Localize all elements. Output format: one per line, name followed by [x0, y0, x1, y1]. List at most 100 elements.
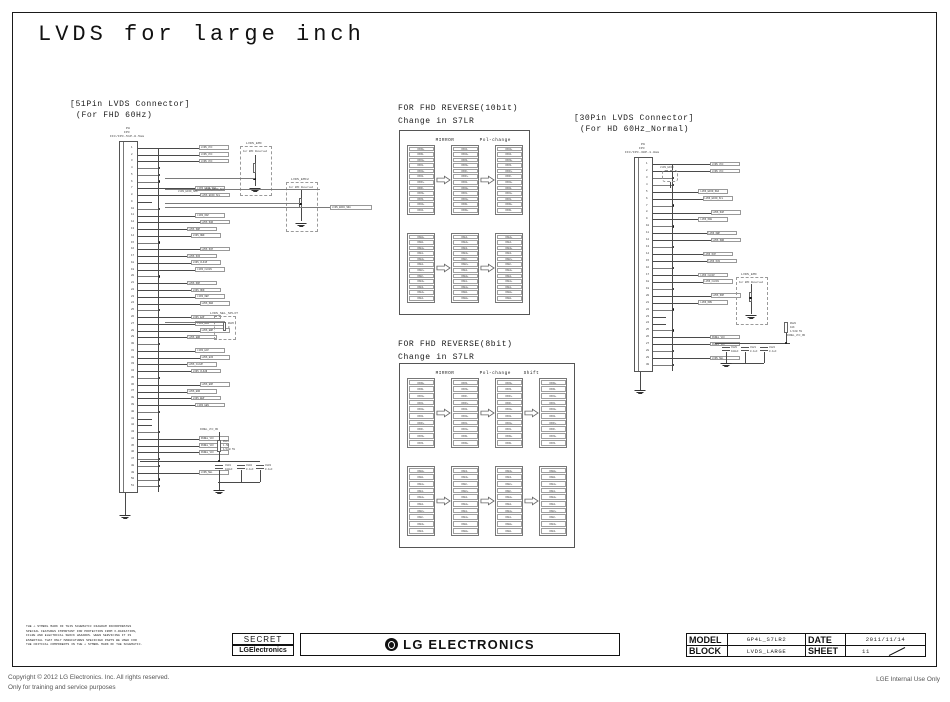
table-signal-cell: RXE4-: [408, 295, 434, 301]
pin-wire: [138, 398, 192, 399]
table-signal-cell: RXO4+: [408, 202, 434, 207]
table-signal-cell: RXOC-: [408, 426, 434, 433]
table-signal-cell: RXO3+: [452, 386, 478, 392]
table-column-label: Pol-change: [479, 138, 511, 143]
right-cap2-leg: [744, 352, 746, 363]
table-signal-cell: RXO2+: [496, 406, 522, 413]
table-signal-cell: RXOC-: [452, 392, 478, 399]
pin-wire: [138, 235, 192, 237]
pin-wire: [138, 479, 160, 481]
connector-left-inner-rail: [123, 142, 124, 492]
net-label: LVDS_OBP: [186, 226, 217, 232]
left-cluster-wire-top: [218, 432, 220, 440]
pin-wire: [653, 254, 704, 255]
pin-wire: [653, 281, 704, 283]
pin-wire: [138, 262, 192, 264]
pin-wire: [138, 391, 188, 393]
table-signal-cell: RXO2-: [496, 413, 522, 419]
table-signal-cell: RXO3+: [452, 163, 478, 168]
table-signal-cell: RXO0+: [452, 439, 478, 446]
table-signal-cell: RXO0-: [496, 439, 522, 446]
model-key: MODEL: [689, 634, 722, 645]
right-cluster-net: PANEL_VCC_ON: [787, 334, 806, 337]
table-signal-cell: RXE3+: [452, 251, 478, 256]
pin-wire: [138, 256, 188, 257]
net-label: LVDS_EEP: [190, 395, 221, 401]
left-cluster-res-tol: 1/10W 5%: [223, 448, 236, 451]
net-label: LVDS_CLK2P: [186, 362, 217, 367]
opt-block-2-label: LVDS_EMI2: [291, 177, 310, 181]
pin-wire: [138, 337, 188, 338]
right-cap1-value: 100uF: [731, 350, 739, 353]
pin-wire: [138, 215, 197, 217]
table-10bit: MIRROR Pol-change RXO0+ RXO0- RXO1+ RXO1- RXO2…: [399, 130, 530, 315]
left-cap3-leg: [259, 470, 261, 482]
table-signal-cell: RXOC-: [452, 168, 478, 174]
table-signal-cell: RXO4-: [496, 152, 522, 157]
table-signal-cell: RXO0+: [540, 379, 566, 386]
pin-wire: [138, 486, 160, 487]
opt-block-1-resistor: [253, 163, 257, 173]
pin-number: 28: [646, 349, 650, 353]
table-8bit-heading-2: Change in S7LR: [398, 353, 475, 362]
table-signal-cell: RXO1-: [496, 426, 522, 433]
pin-wire: [138, 242, 160, 244]
table-signal-cell: RXO0+: [408, 379, 434, 386]
pin-wire: [138, 465, 160, 467]
pin-wire: [138, 344, 160, 345]
table-signal-cell: RXE1+: [408, 245, 434, 251]
pin-wire: [653, 219, 700, 221]
table-signal-cell: RXE1-: [496, 284, 522, 290]
pin-wire: [653, 309, 673, 311]
table-signal-cell: RXE4+: [452, 240, 478, 245]
table-signal-cell: RXE1+: [452, 284, 478, 290]
pin-wire: [653, 163, 711, 165]
net-label: LVDS_OBN: [190, 233, 221, 238]
table-signal-cell: RXO3-: [408, 439, 434, 446]
table-signal-cell: RXEC+: [408, 268, 434, 273]
pin-wire: [138, 432, 160, 433]
table-signal-cell: RXO1-: [408, 163, 434, 168]
right-conn-gnd-drop: [639, 372, 641, 390]
table-signal-cell: RXE3+: [496, 245, 522, 251]
right-cluster-res-value: 10K: [790, 326, 795, 329]
table-signal-cell: RXE3+: [496, 467, 522, 474]
opt-block-2-gnd: [295, 223, 307, 227]
net-label: LVDS_ECP: [195, 348, 226, 353]
pin-wire: [138, 317, 192, 318]
pin-wire: [653, 288, 673, 290]
right-subblock-label: LVDS_EDID: [660, 166, 674, 169]
table-signal-cell: RXE1-: [496, 514, 522, 521]
pin-wire: [653, 205, 673, 207]
table-signal-cell: RXE4-: [452, 234, 478, 240]
table-signal-cell: RXE3-: [452, 467, 478, 474]
table-column-label: Pol-change: [479, 371, 511, 376]
pin-wire: [138, 276, 160, 278]
pin-number: 16: [646, 265, 650, 269]
table-signal-cell: RXO2+: [540, 406, 566, 413]
right-cluster-resistor: [784, 322, 788, 333]
opt-block-3-label: LVDS_EMI: [741, 272, 758, 276]
table-signal-cell: RXOC-: [408, 185, 434, 191]
bus-label-b: LVDS_EDID_SCL: [205, 188, 225, 191]
net-label: LVDS_OEP: [195, 294, 226, 299]
table-signal-cell: RXO1+: [496, 419, 522, 426]
pin-wire: [653, 191, 700, 193]
connector-right-desc: FFC/FPC-30P-1.0mm: [625, 150, 660, 154]
table-signal-cell: RXO2+: [408, 406, 434, 413]
table-signal-cell: RXE3+: [452, 474, 478, 480]
table-signal-cell: RXE2+: [496, 268, 522, 273]
table-signal-cell: RXO1-: [408, 399, 434, 406]
table-signal-cell: RXO4-: [452, 146, 478, 152]
date-key: DATE: [808, 634, 832, 645]
pin-wire: [138, 384, 201, 386]
block-key: BLOCK: [689, 646, 721, 656]
title-block-grid: MODEL GP4L_S7LR2 DATE 2011/11/14 BLOCK L…: [686, 633, 926, 657]
pin-wire: [653, 268, 673, 269]
table-signal-cell: RXO3-: [452, 379, 478, 386]
bus-label-a: LVDS_EDID_SDA: [178, 190, 198, 193]
table-signal-cell: RXOC+: [540, 419, 566, 426]
net-label: LVDS_OAP: [195, 213, 226, 218]
table-signal-cell: RXO3+: [540, 433, 566, 439]
table-signal-cell: RXO2+: [452, 413, 478, 419]
